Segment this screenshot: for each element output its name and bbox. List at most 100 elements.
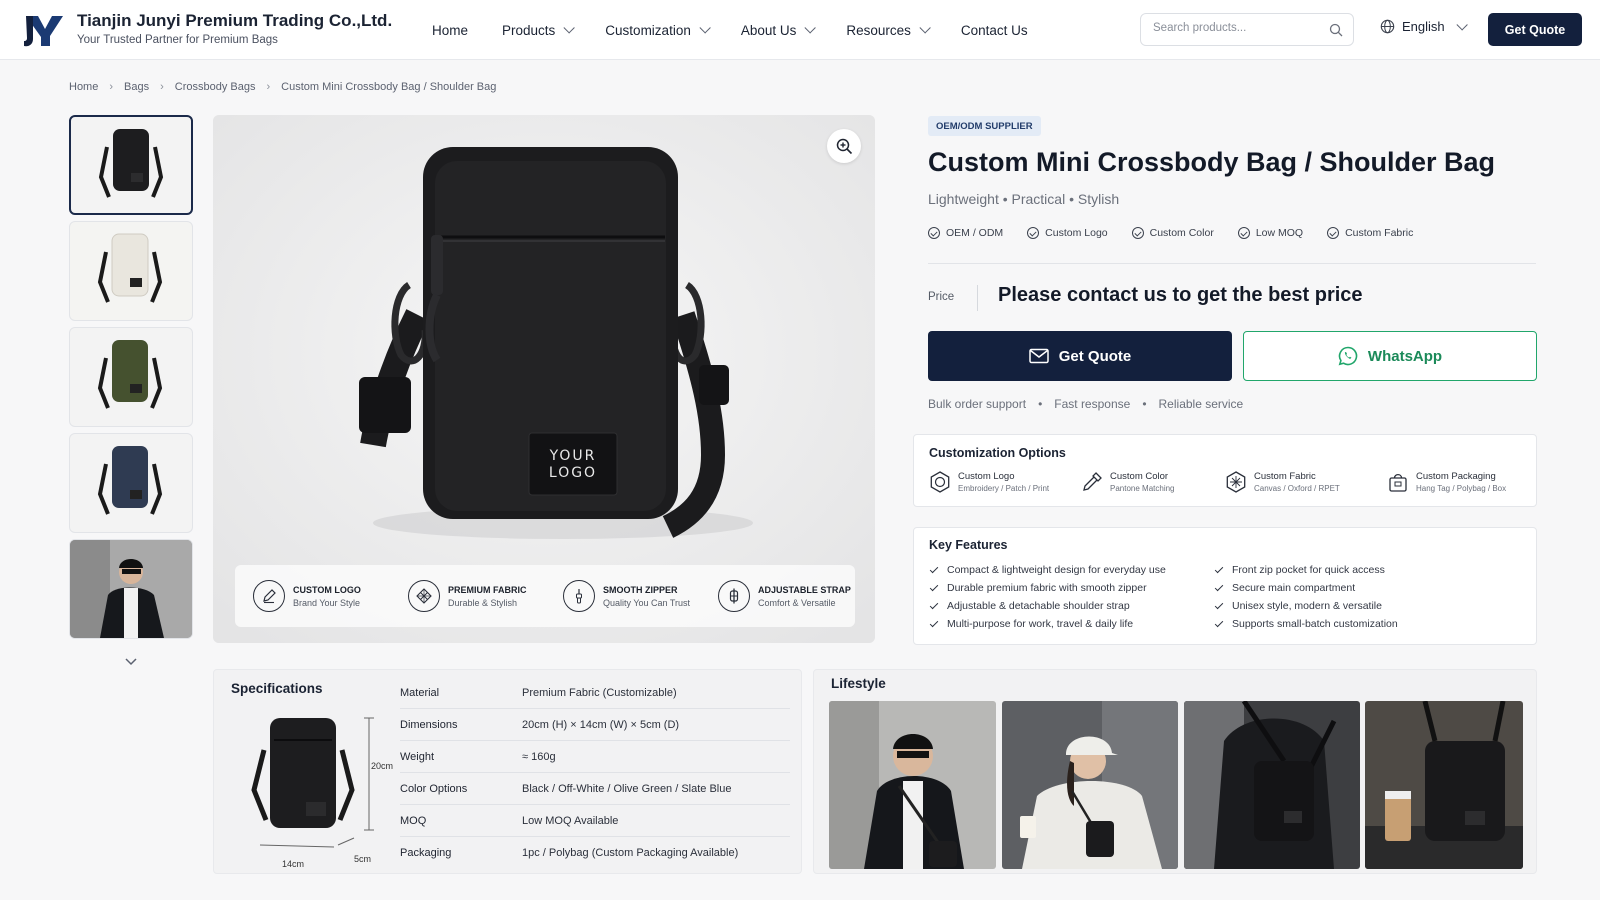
tag-oem-odm: OEM / ODM (928, 227, 1003, 239)
search-input[interactable] (1153, 22, 1323, 34)
get-quote-button[interactable]: Get Quote (928, 331, 1232, 381)
chevron-down-icon (1456, 18, 1468, 31)
check-circle-icon (1131, 227, 1144, 239)
price-label: Price (928, 291, 955, 303)
chevron-right-icon: › (109, 81, 114, 93)
lifestyle-photo-3[interactable] (1184, 701, 1360, 869)
custom-packaging-option: Custom Packaging Hang Tag / Polybag / Box (1387, 471, 1506, 493)
check-icon (929, 618, 939, 627)
table-row: Packaging 1pc / Polybag (Custom Packaging… (400, 847, 739, 859)
whatsapp-button[interactable]: WhatsApp (1243, 331, 1537, 381)
breadcrumb-bags[interactable]: Bags (124, 81, 149, 93)
nav-customization[interactable]: Customization (605, 22, 711, 38)
company-logo[interactable] (24, 12, 64, 48)
logo-badge-icon (930, 471, 950, 493)
list-item: Multi-purpose for work, travel & daily l… (929, 615, 1166, 633)
thumbnail-olive-green[interactable] (69, 327, 193, 427)
logo-patch-line1: YOUR (549, 448, 597, 464)
bag-image (98, 129, 164, 198)
dimension-width: 14cm (282, 859, 305, 869)
thumbnail-lifestyle[interactable] (69, 539, 193, 639)
thumbnail-gallery (69, 115, 193, 645)
dot-separator: • (1038, 397, 1043, 411)
thumbnail-off-white[interactable] (69, 221, 193, 321)
chevron-down-icon (804, 22, 817, 34)
bag-image (97, 233, 163, 303)
thumbnail-slate-blue[interactable] (69, 433, 193, 533)
nav-contact-us[interactable]: Contact Us (961, 23, 1028, 38)
bag-image: YOUR LOGO (213, 115, 875, 643)
product-subtitle: Lightweight • Practical • Stylish (928, 191, 1120, 207)
feature-adjustable-strap: ADJUSTABLE STRAP Comfort & Versatile (718, 580, 855, 612)
chevron-down-icon (919, 22, 931, 34)
service-fast: Fast response (1054, 397, 1131, 411)
check-circle-icon (1327, 227, 1340, 239)
table-row: Color Options Black / Off-White / Olive G… (400, 773, 790, 805)
check-icon (1214, 582, 1224, 591)
dot-separator: • (1142, 397, 1147, 411)
breadcrumb-current: Custom Mini Crossbody Bag / Shoulder Bag (281, 81, 497, 93)
lifestyle-photo-2[interactable] (1002, 701, 1178, 869)
breadcrumb-home[interactable]: Home (69, 81, 98, 93)
nav-about-us[interactable]: About Us (741, 22, 817, 38)
lifestyle-photo-1[interactable] (829, 701, 996, 869)
search-box (1140, 13, 1354, 46)
chevron-down-icon[interactable] (124, 657, 138, 667)
thumbnail-black[interactable] (69, 115, 193, 215)
supplier-badge: OEM/ODM SUPPLIER (928, 116, 1041, 136)
custom-color-option: Custom Color Pantone Matching (1081, 471, 1225, 493)
check-icon (929, 600, 939, 609)
table-row: Material Premium Fabric (Customizable) (400, 677, 790, 709)
search-icon[interactable] (1329, 23, 1343, 37)
price-text: Please contact us to get the best price (998, 284, 1363, 306)
custom-logo-option: Custom Logo Embroidery / Patch / Print (929, 471, 1081, 493)
language-selector[interactable]: English (1380, 18, 1468, 34)
bag-image (97, 340, 163, 409)
breadcrumb: Home › Bags › Crossbody Bags › Custom Mi… (69, 81, 496, 93)
zoom-button[interactable] (827, 129, 861, 163)
header-get-quote-button[interactable]: Get Quote (1488, 13, 1582, 46)
table-row: Dimensions 20cm (H) × 14cm (W) × 5cm (D) (400, 709, 790, 741)
service-bulk: Bulk order support (928, 397, 1027, 411)
specifications-table: Material Premium Fabric (Customizable) Di… (400, 677, 790, 869)
tag-custom-fabric: Custom Fabric (1327, 227, 1413, 239)
nav-products[interactable]: Products (502, 22, 576, 38)
nav-resources[interactable]: Resources (846, 22, 931, 38)
main-product-image[interactable]: YOUR LOGO CUSTOM LOGO Brand Your Style PR… (213, 115, 875, 643)
divider (928, 263, 1536, 264)
chevron-right-icon: › (160, 81, 164, 93)
main-nav: Home Products Customization About Us Res… (432, 0, 1062, 60)
pen-icon (253, 580, 285, 612)
table-row: MOQ Low MOQ Available (400, 805, 790, 837)
check-circle-icon (1237, 227, 1250, 239)
logo-patch-line2: LOGO (549, 465, 597, 481)
nav-home[interactable]: Home (432, 23, 468, 38)
list-item: Front zip pocket for quick access (1214, 561, 1398, 579)
fabric-icon (1226, 471, 1246, 493)
tag-custom-logo: Custom Logo (1027, 227, 1108, 239)
zipper-icon (563, 580, 595, 612)
bag-dimension-image (251, 717, 374, 848)
key-features-left: Compact & lightweight design for everyda… (929, 561, 1166, 633)
mail-icon (1028, 348, 1049, 364)
shopping-bag-icon (1389, 473, 1407, 492)
dimension-height: 20cm (371, 761, 394, 771)
chevron-down-icon (563, 22, 576, 34)
table-row: Weight ≈ 160g (400, 741, 790, 773)
fabric-icon (408, 580, 440, 612)
feature-custom-logo: CUSTOM LOGO Brand Your Style (253, 580, 390, 612)
check-icon (929, 582, 939, 591)
chevron-right-icon: › (266, 81, 271, 93)
breadcrumb-crossbody-bags[interactable]: Crossbody Bags (175, 81, 256, 93)
service-reliable: Reliable service (1158, 397, 1244, 411)
color-dropper-icon (1083, 472, 1102, 491)
customization-title: Customization Options (929, 446, 1066, 460)
company-name[interactable]: Tianjin Junyi Premium Trading Co.,Ltd. (77, 11, 392, 31)
check-icon (1214, 618, 1224, 627)
zoom-in-icon (836, 138, 852, 154)
feature-premium-fabric: PREMIUM FABRIC Durable & Stylish (408, 580, 545, 612)
lifestyle-photo (70, 540, 192, 638)
product-tags: OEM / ODM Custom Logo Custom Color Low M… (928, 227, 1437, 239)
list-item: Compact & lightweight design for everyda… (929, 561, 1166, 579)
lifestyle-photo-4[interactable] (1365, 701, 1523, 869)
